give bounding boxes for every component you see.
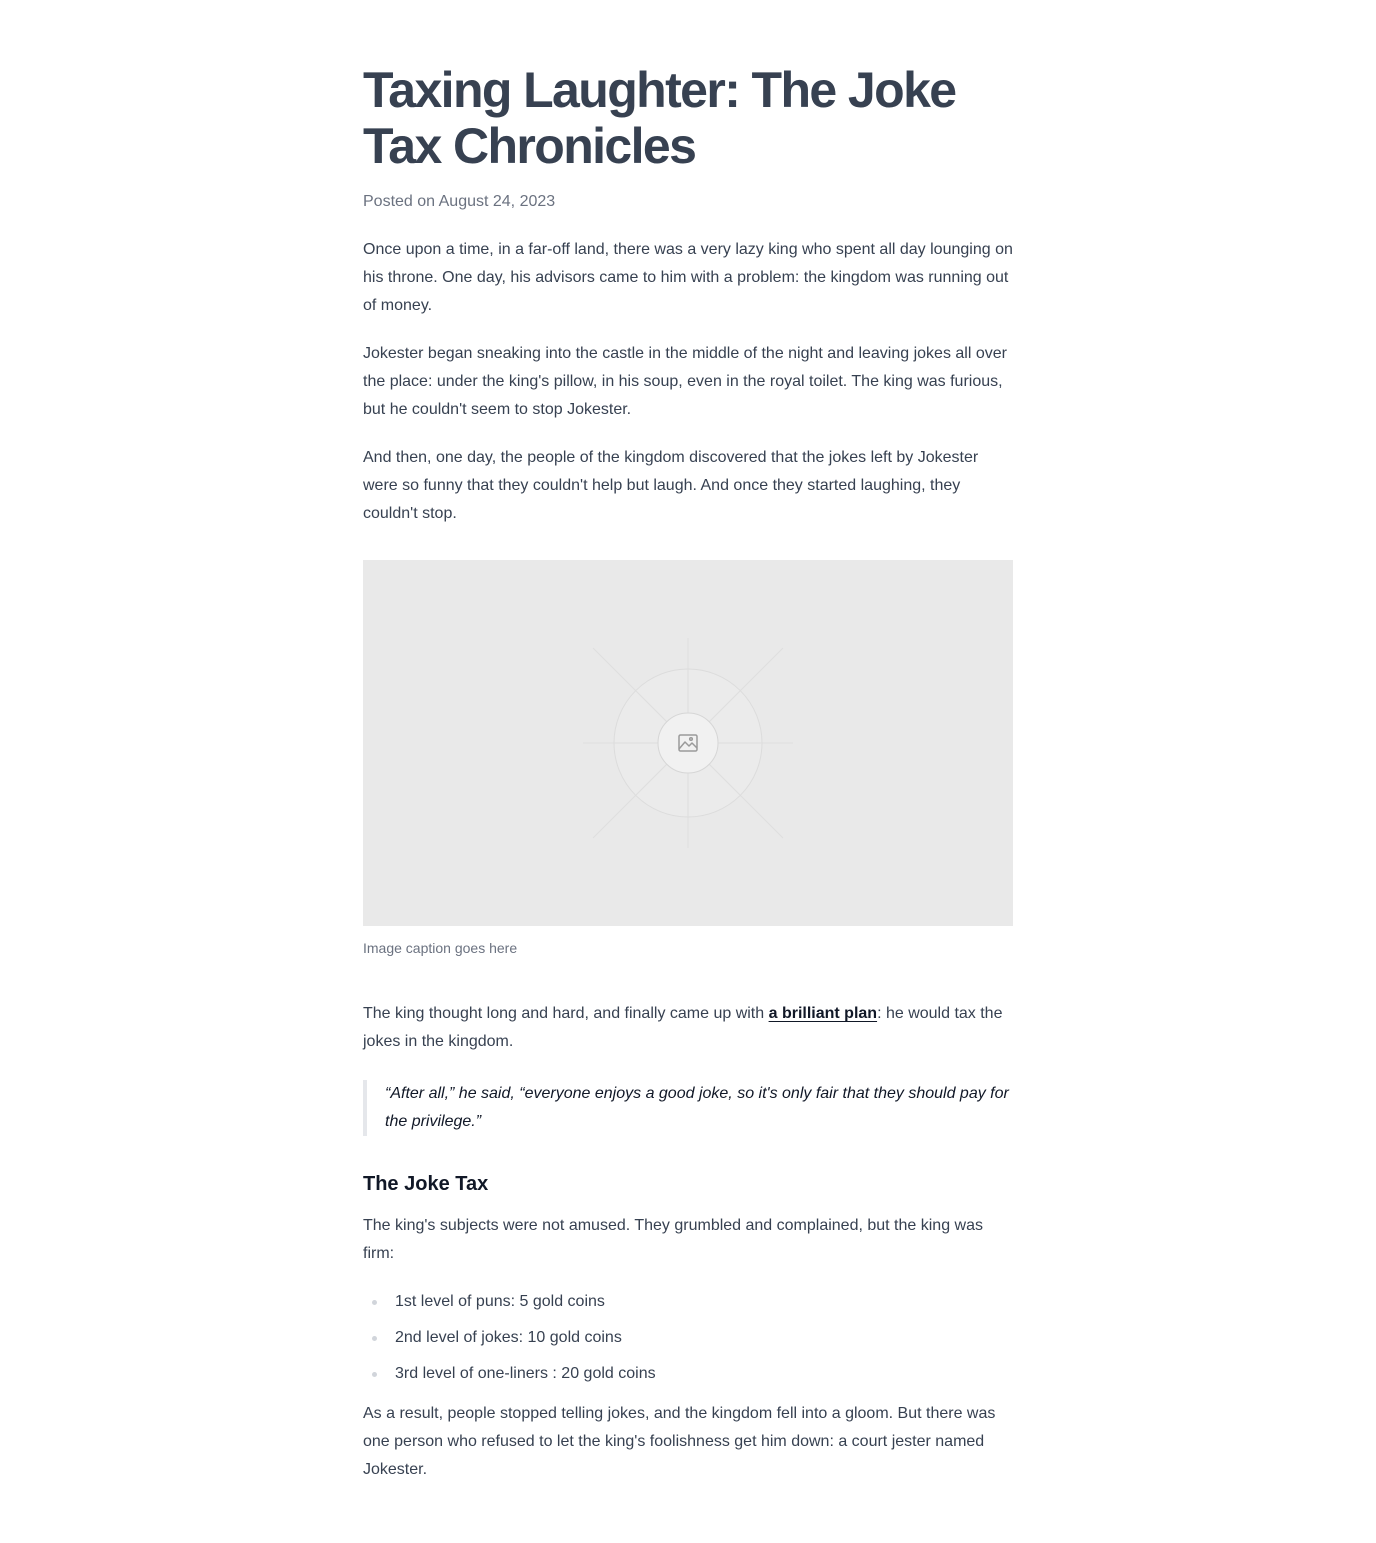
post-date: Posted on August 24, 2023 (363, 193, 556, 210)
plan-text-before: The king thought long and hard, and fina… (363, 1005, 769, 1022)
intro-paragraph: Once upon a time, in a far-off land, the… (363, 241, 1013, 314)
bullet-icon (372, 1300, 377, 1305)
jokester-paragraph: Jokester began sneaking into the castle … (363, 345, 1007, 418)
list-item: 2nd level of jokes: 10 gold coins (363, 1324, 1013, 1352)
subjects-paragraph: The king's subjects were not amused. The… (363, 1217, 983, 1262)
article: Taxing Laughter: The Joke Tax Chronicles… (363, 0, 1013, 1484)
plan-paragraph: The king thought long and hard, and fina… (363, 1000, 1013, 1056)
article-figure: Image caption goes here (363, 560, 1013, 958)
tax-list: 1st level of puns: 5 gold coins 2nd leve… (363, 1288, 1013, 1388)
article-title: Taxing Laughter: The Joke Tax Chronicles (363, 62, 957, 174)
list-item: 3rd level of one-liners : 20 gold coins (363, 1360, 1013, 1388)
image-caption: Image caption goes here (363, 940, 518, 956)
list-item-text: 2nd level of jokes: 10 gold coins (395, 1329, 622, 1346)
king-quote: “After all,” he said, “everyone enjoys a… (363, 1080, 1013, 1136)
list-item-text: 1st level of puns: 5 gold coins (395, 1293, 605, 1310)
image-placeholder (363, 560, 1013, 926)
laughter-paragraph: And then, one day, the people of the kin… (363, 449, 979, 522)
brilliant-plan-link[interactable]: a brilliant plan (769, 1005, 877, 1022)
section-heading: The Joke Tax (363, 1173, 489, 1195)
list-item-text: 3rd level of one-liners : 20 gold coins (395, 1365, 656, 1382)
bullet-icon (372, 1336, 377, 1341)
list-item: 1st level of puns: 5 gold coins (363, 1288, 1013, 1316)
bullet-icon (372, 1372, 377, 1377)
closing-paragraph: As a result, people stopped telling joke… (363, 1405, 996, 1478)
placeholder-graphic (583, 638, 793, 848)
